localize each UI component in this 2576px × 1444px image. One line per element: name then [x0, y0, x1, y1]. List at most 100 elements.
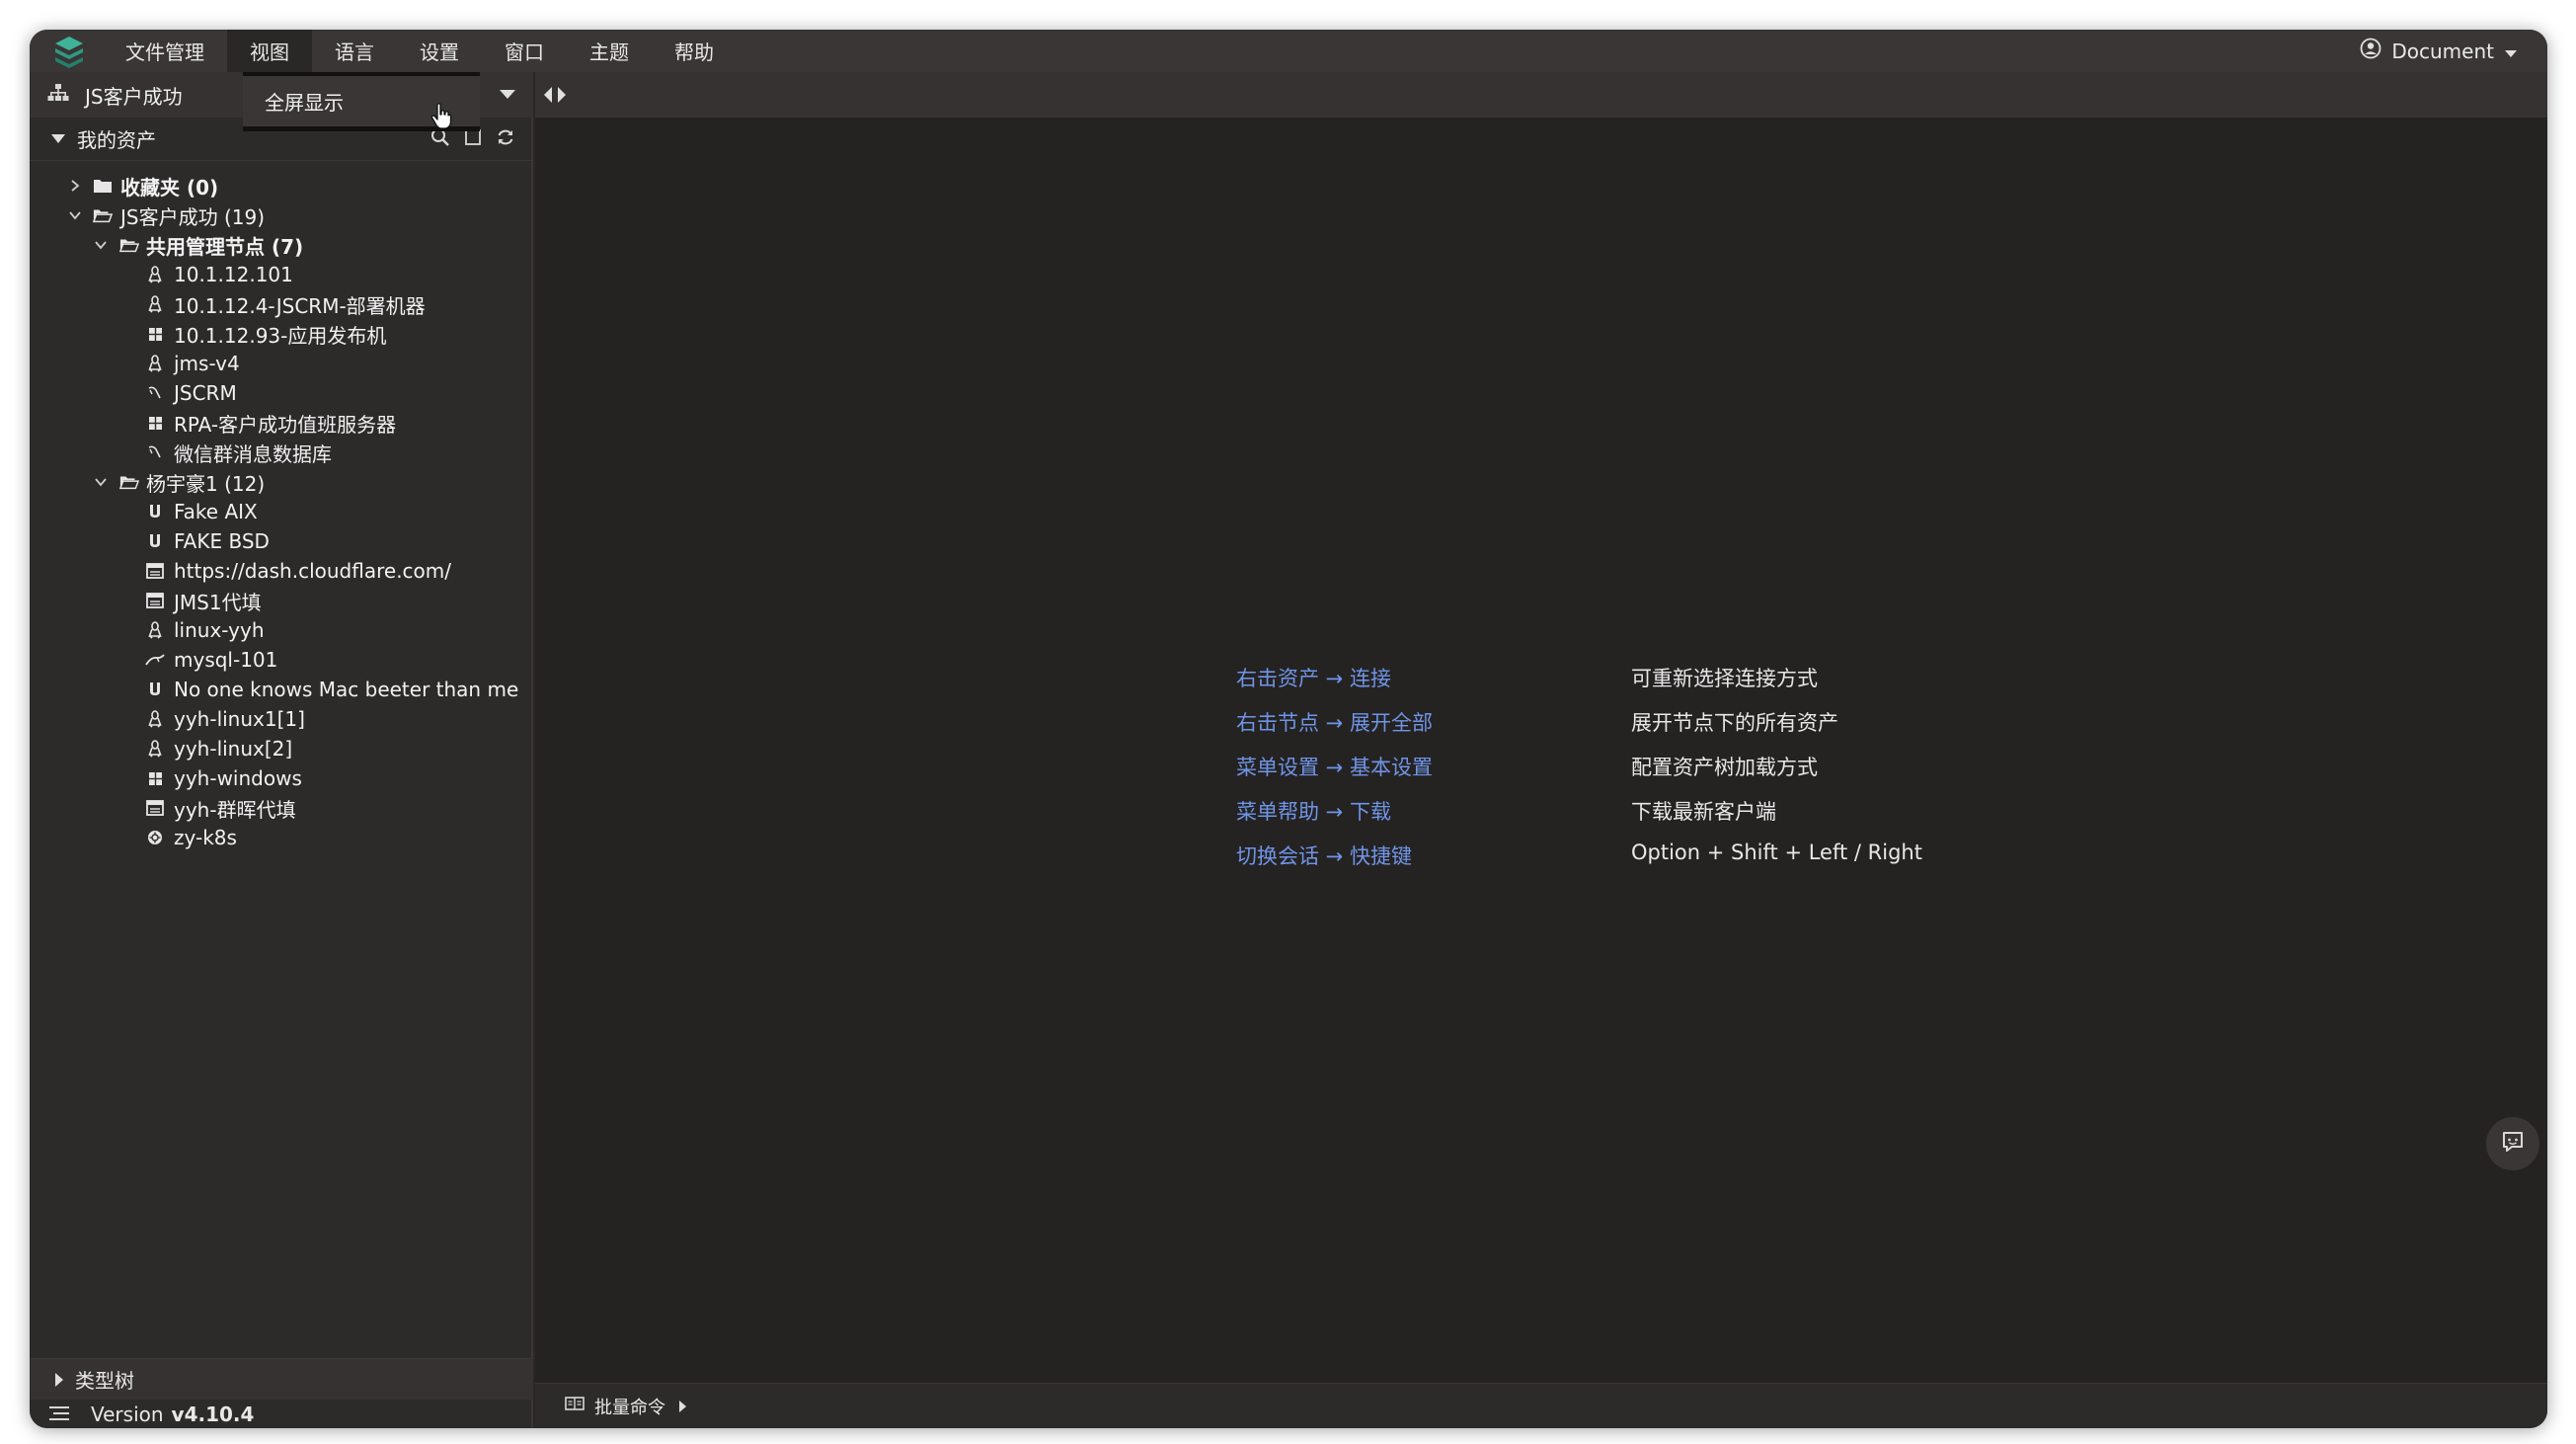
expand-right-icon[interactable]	[679, 1400, 686, 1412]
unix-icon	[145, 531, 165, 551]
folder-node[interactable]: 收藏夹 (0)	[30, 171, 533, 201]
web-icon	[145, 798, 165, 818]
folder-closed-icon	[93, 176, 113, 196]
asset-node[interactable]: jms-v4	[30, 349, 533, 378]
asset-node[interactable]: yyh-linux[2]	[30, 734, 533, 763]
asset-node[interactable]: 10.1.12.4-JSCRM-部署机器	[30, 289, 533, 319]
tree-node-label: linux-yyh	[174, 618, 265, 642]
menu-help[interactable]: 帮助	[652, 30, 737, 72]
help-description: 下载最新客户端	[1631, 800, 1776, 824]
batch-command-icon	[565, 1396, 585, 1416]
database-icon	[145, 383, 165, 403]
menubar: 文件管理 视图 语言 设置 窗口 主题 帮助 Document	[30, 30, 2547, 72]
asset-node[interactable]: linux-yyh	[30, 615, 533, 645]
help-description: 可重新选择连接方式	[1631, 667, 1818, 690]
list-icon[interactable]	[49, 1403, 69, 1426]
version-bar: Version v4.10.4	[30, 1400, 533, 1428]
bottom-bar: 批量命令	[535, 1383, 2547, 1428]
help-description: 展开节点下的所有资产	[1631, 711, 1838, 735]
chat-button[interactable]	[2486, 1117, 2539, 1170]
k8s-icon	[145, 828, 165, 847]
main-content: 右击资产 → 连接 可重新选择连接方式 右击节点 → 展开全部 展开节点下的所有资产菜…	[535, 118, 2547, 1383]
help-description: 配置资产树加载方式	[1631, 756, 1818, 779]
folder-node[interactable]: JS客户成功 (19)	[30, 201, 533, 230]
asset-node[interactable]: 10.1.12.93-应用发布机	[30, 319, 533, 349]
asset-node[interactable]: JSCRM	[30, 378, 533, 408]
tree-node-label: No one knows Mac beeter than me	[174, 678, 519, 701]
asset-sidebar: JS客户成功 我的资产 收藏夹 (0) JS客户成功 (19) 共用管理节点 (…	[30, 72, 533, 1428]
version-prefix: Version	[91, 1402, 164, 1426]
asset-node[interactable]: 10.1.12.101	[30, 260, 533, 289]
asset-node[interactable]: RPA-客户成功值班服务器	[30, 408, 533, 438]
asset-node[interactable]: yyh-linux1[1]	[30, 704, 533, 734]
folder-open-icon	[93, 205, 113, 225]
tree-node-label: 收藏夹 (0)	[120, 175, 219, 200]
app-window: 文件管理 视图 语言 设置 窗口 主题 帮助 Document JS客户成功 我…	[30, 30, 2547, 1428]
asset-node[interactable]: 微信群消息数据库	[30, 438, 533, 467]
session-tab-strip	[535, 72, 2547, 118]
asset-node[interactable]: https://dash.cloudflare.com/	[30, 556, 533, 586]
linux-icon	[145, 739, 165, 759]
asset-node[interactable]: yyh-群晖代填	[30, 793, 533, 823]
menu-language[interactable]: 语言	[312, 30, 397, 72]
help-action: 右击节点 → 展开全部	[1236, 711, 1433, 735]
expand-caret-icon	[55, 1372, 63, 1387]
asset-node[interactable]: mysql-101	[30, 645, 533, 675]
chevron-down-icon[interactable]	[65, 205, 85, 225]
asset-node[interactable]: No one knows Mac beeter than me	[30, 675, 533, 704]
type-tree-header[interactable]: 类型树	[30, 1358, 533, 1400]
menu-theme[interactable]: 主题	[567, 30, 652, 72]
batch-command-button[interactable]: 批量命令	[594, 1394, 665, 1419]
menu-window[interactable]: 窗口	[482, 30, 567, 72]
folder-node[interactable]: 杨宇豪1 (12)	[30, 467, 533, 497]
refresh-icon[interactable]	[496, 127, 515, 151]
tree-node-label: 10.1.12.93-应用发布机	[174, 323, 387, 348]
tree-node-label: yyh-windows	[174, 766, 302, 790]
tree-node-label: 10.1.12.4-JSCRM-部署机器	[174, 293, 426, 318]
asset-node[interactable]: zy-k8s	[30, 823, 533, 852]
type-tree-label: 类型树	[75, 1369, 134, 1393]
help-description: Option + Shift + Left / Right	[1631, 841, 1922, 864]
menu-settings[interactable]: 设置	[397, 30, 482, 72]
tree-node-label: FAKE BSD	[174, 529, 270, 553]
windows-icon	[145, 768, 165, 788]
user-name: Document	[2391, 39, 2494, 63]
version-number: v4.10.4	[171, 1402, 255, 1426]
unix-icon	[145, 502, 165, 521]
user-circle-icon	[2360, 38, 2381, 64]
org-tree-icon	[47, 83, 69, 107]
database-icon	[145, 442, 165, 462]
linux-icon	[145, 265, 165, 284]
tree-node-label: zy-k8s	[174, 826, 237, 849]
windows-icon	[145, 324, 165, 344]
asset-node[interactable]: Fake AIX	[30, 497, 533, 526]
menu-option-fullscreen[interactable]: 全屏显示	[265, 87, 344, 116]
collapse-caret-icon[interactable]	[51, 134, 65, 143]
chevron-down-icon[interactable]	[91, 235, 111, 255]
chat-bubble-icon	[2500, 1129, 2526, 1159]
windows-icon	[145, 413, 165, 433]
folder-node[interactable]: 共用管理节点 (7)	[30, 230, 533, 260]
tree-node-label: https://dash.cloudflare.com/	[174, 559, 452, 583]
menu-view[interactable]: 视图	[227, 30, 312, 72]
tree-node-label: JS客户成功 (19)	[120, 204, 266, 229]
chevron-down-icon[interactable]	[91, 472, 111, 492]
collapse-all-icon[interactable]	[464, 128, 482, 150]
asset-node[interactable]: JMS1代填	[30, 586, 533, 615]
linux-icon	[145, 354, 165, 373]
linux-icon	[145, 294, 165, 314]
web-icon	[145, 561, 165, 581]
menu-file[interactable]: 文件管理	[103, 30, 227, 72]
chevron-down-icon	[2504, 40, 2518, 63]
hand-cursor-icon	[430, 103, 452, 134]
tree-node-label: 微信群消息数据库	[174, 441, 332, 466]
tree-node-label: yyh-群晖代填	[174, 797, 296, 822]
org-dropdown-arrow-icon[interactable]	[500, 90, 515, 99]
chevron-right-icon[interactable]	[65, 176, 85, 196]
asset-node[interactable]: FAKE BSD	[30, 526, 533, 556]
asset-node[interactable]: yyh-windows	[30, 763, 533, 793]
tab-next-icon[interactable]	[557, 86, 567, 108]
tab-prev-icon[interactable]	[543, 86, 553, 108]
user-menu[interactable]: Document	[2360, 38, 2518, 64]
help-action: 右击资产 → 连接	[1236, 667, 1391, 690]
